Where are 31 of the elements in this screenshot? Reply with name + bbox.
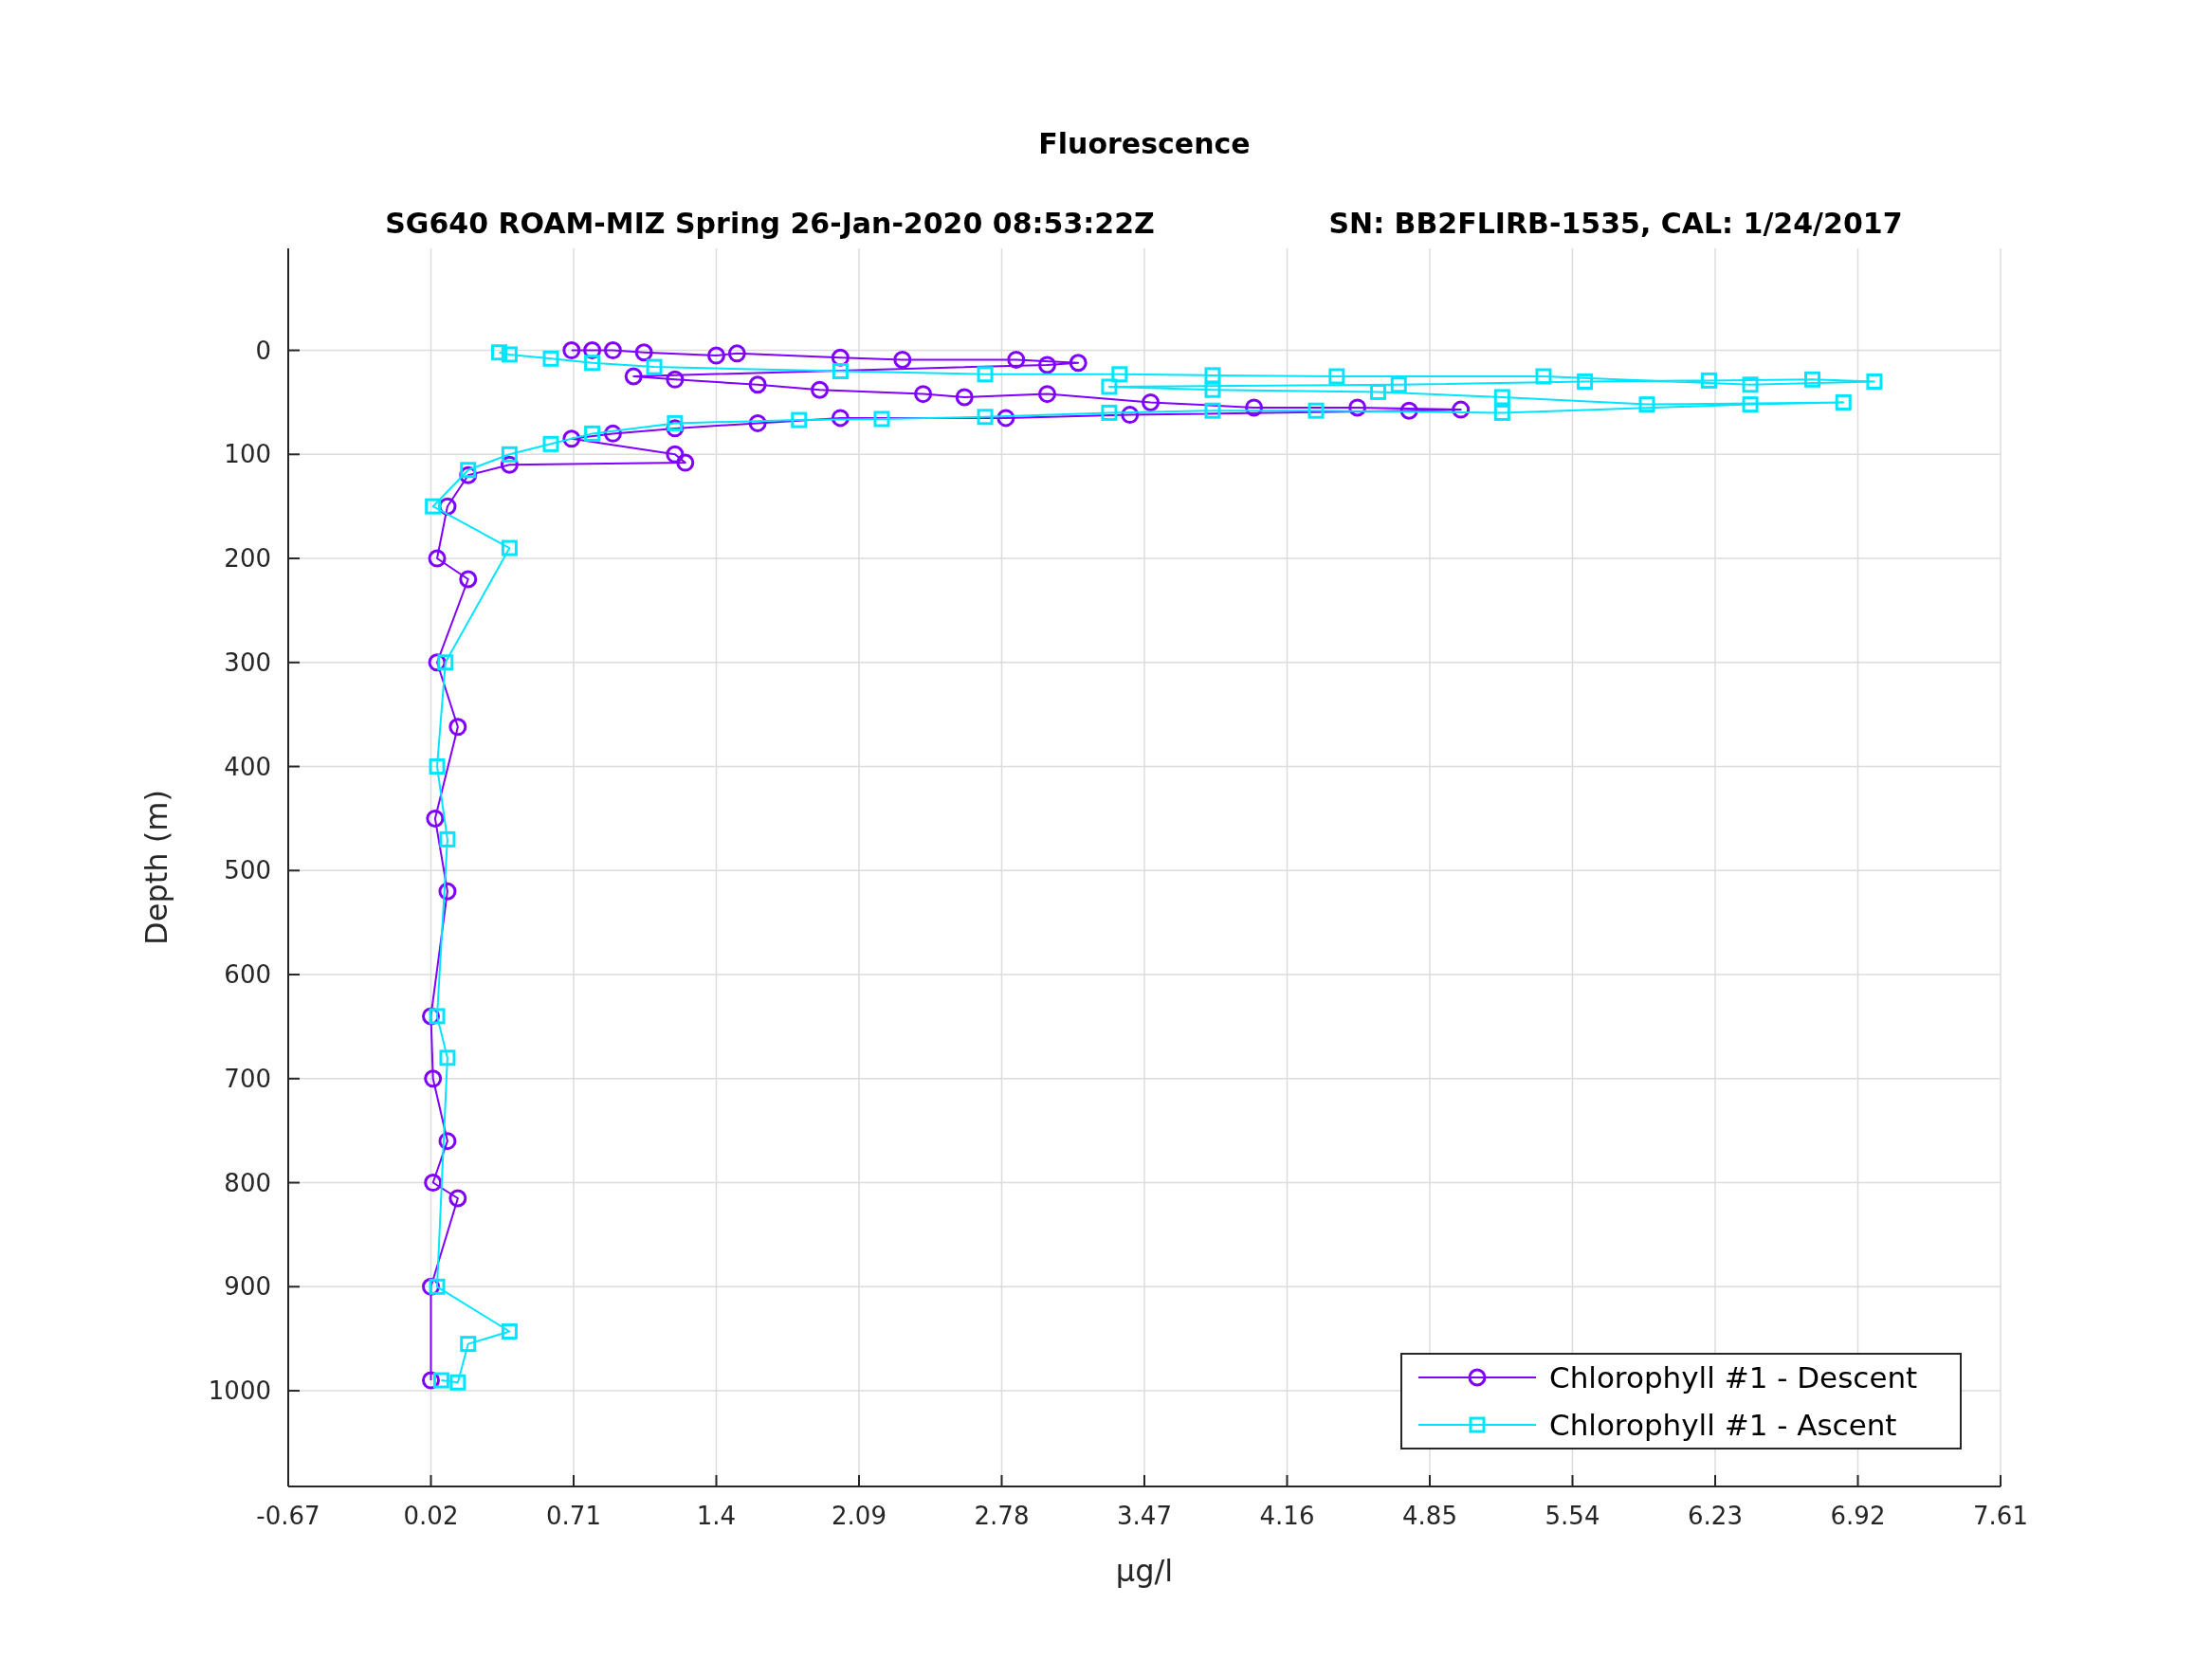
y-tick-label: 500	[224, 856, 271, 885]
y-tick-label: 200	[224, 544, 271, 574]
x-tick-label: 5.54	[1545, 1502, 1600, 1530]
chart-subtitle: SG640 ROAM-MIZ Spring 26-Jan-2020 08:53:22Z	[385, 207, 1155, 240]
y-tick-label: 700	[224, 1064, 271, 1093]
chart-title: Fluorescence	[1038, 127, 1251, 160]
y-tick-label: 600	[224, 960, 271, 990]
x-tick-label: 4.16	[1259, 1502, 1315, 1530]
x-tick-label: 6.23	[1688, 1502, 1743, 1530]
y-axis-label: Depth (m)	[138, 790, 174, 945]
y-tick-label: 0	[255, 336, 271, 365]
x-tick-label: 6.92	[1830, 1502, 1886, 1530]
x-tick-label: 3.47	[1117, 1502, 1172, 1530]
y-tick-label: 100	[224, 440, 271, 469]
x-tick-label: 1.4	[696, 1502, 737, 1530]
y-tick-label: 300	[224, 647, 271, 677]
x-axis-label: μg/l	[1115, 1553, 1174, 1589]
x-tick-label: -0.67	[256, 1502, 320, 1530]
x-tick-label: 7.61	[1973, 1502, 2028, 1530]
legend-label: Chlorophyll #1 - Descent	[1549, 1360, 1918, 1395]
y-tick-label: 1000	[208, 1376, 271, 1406]
x-tick-label: 2.09	[832, 1502, 887, 1530]
x-tick-label: 4.85	[1402, 1502, 1457, 1530]
legend-label: Chlorophyll #1 - Ascent	[1549, 1408, 1897, 1442]
x-tick-label: 0.71	[546, 1502, 601, 1530]
chart-subtitle: SN: BB2FLIRB-1535, CAL: 1/24/2017	[1328, 207, 1903, 240]
y-tick-label: 400	[224, 752, 271, 781]
x-tick-label: 0.02	[403, 1502, 459, 1530]
y-tick-label: 800	[224, 1168, 271, 1197]
x-tick-label: 2.78	[974, 1502, 1030, 1530]
y-tick-label: 900	[224, 1272, 271, 1302]
